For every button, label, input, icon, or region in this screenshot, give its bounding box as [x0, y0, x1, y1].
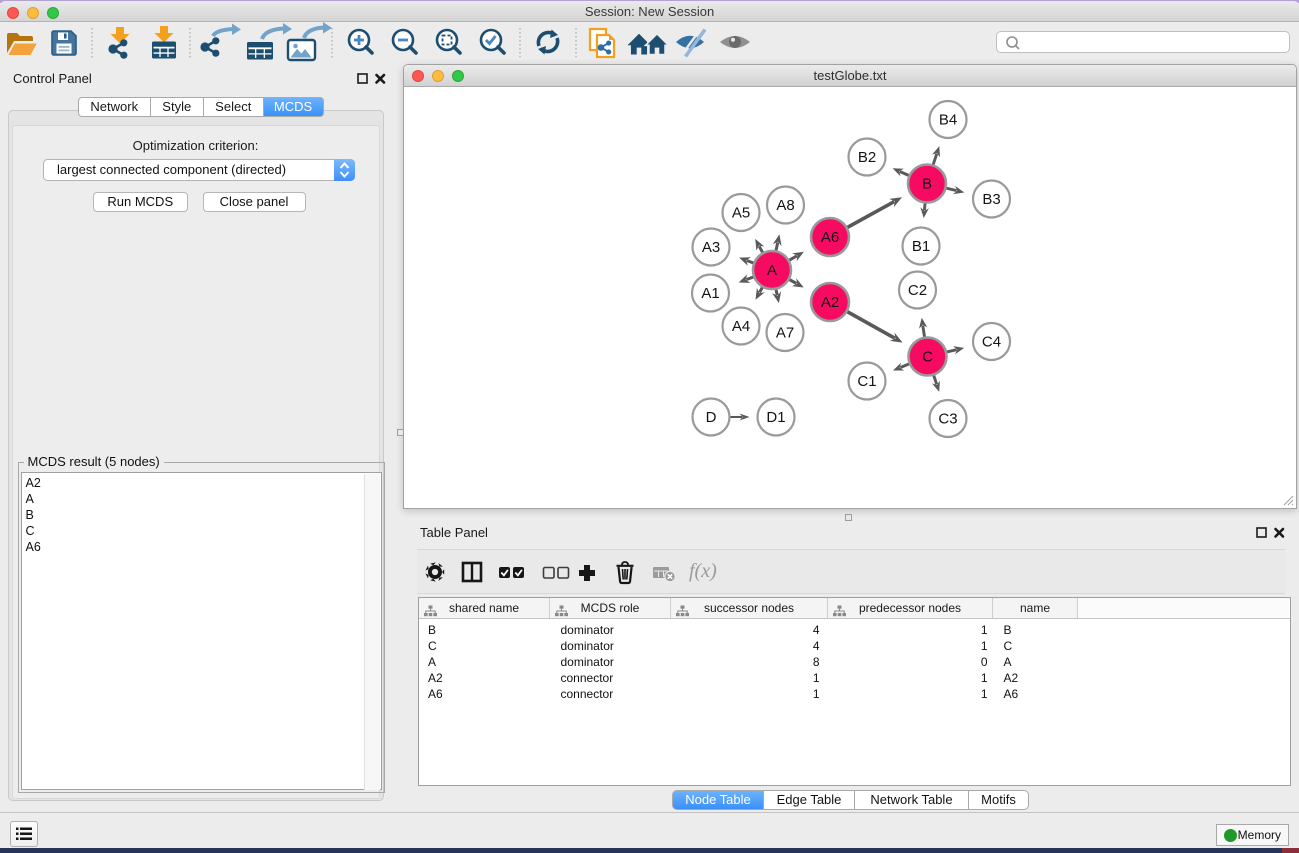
svg-text:A7: A7: [776, 325, 794, 342]
svg-text:D: D: [706, 409, 717, 426]
svg-text:A8: A8: [776, 197, 794, 214]
svg-text:C: C: [922, 349, 933, 366]
svg-text:A3: A3: [702, 239, 720, 256]
svg-text:C1: C1: [857, 373, 876, 390]
svg-text:C4: C4: [982, 334, 1001, 351]
svg-text:A: A: [767, 262, 777, 279]
svg-text:A6: A6: [821, 229, 839, 246]
svg-text:A4: A4: [732, 318, 750, 335]
svg-text:D1: D1: [766, 409, 785, 426]
svg-text:C3: C3: [938, 411, 957, 428]
svg-text:A5: A5: [732, 205, 750, 222]
svg-text:B: B: [922, 176, 932, 193]
svg-text:A2: A2: [821, 294, 839, 311]
svg-text:B2: B2: [858, 149, 876, 166]
svg-text:B4: B4: [939, 112, 957, 129]
svg-text:A1: A1: [701, 285, 719, 302]
svg-text:B3: B3: [982, 191, 1000, 208]
svg-text:C2: C2: [908, 282, 927, 299]
svg-text:B1: B1: [912, 238, 930, 255]
